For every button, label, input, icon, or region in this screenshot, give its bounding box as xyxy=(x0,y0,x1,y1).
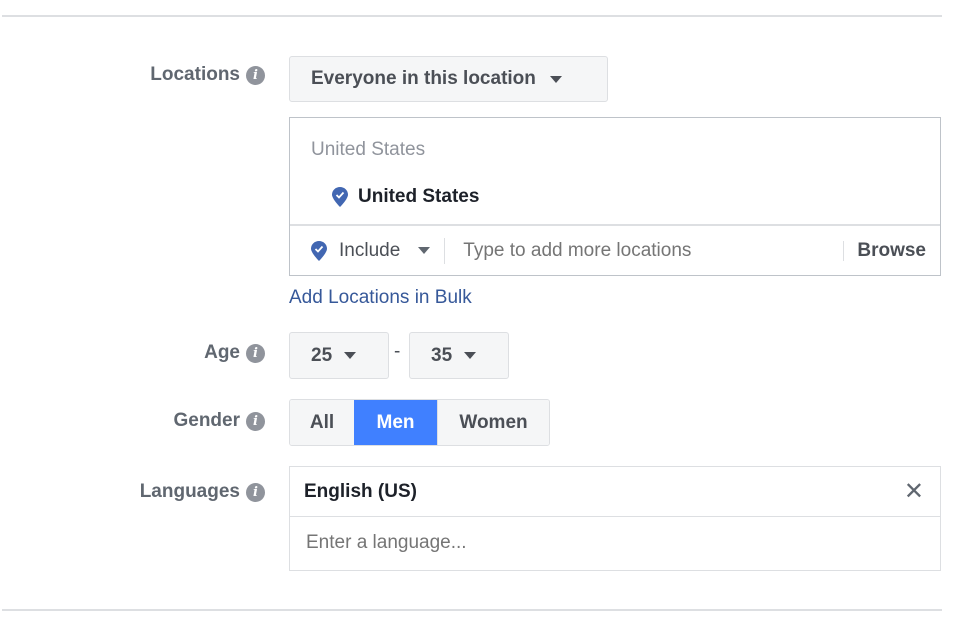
gender-option-men[interactable]: Men xyxy=(354,400,437,445)
gender-label: Gender i xyxy=(173,410,265,432)
caret-down-icon xyxy=(418,247,431,254)
info-icon[interactable]: i xyxy=(246,65,265,85)
age-min-dropdown[interactable]: 25 xyxy=(289,332,389,379)
gender-option-women[interactable]: Women xyxy=(437,400,549,445)
gender-label-text: Gender xyxy=(173,410,240,431)
add-locations-bulk-link[interactable]: Add Locations in Bulk xyxy=(289,287,472,309)
location-pin-icon xyxy=(311,240,327,261)
remove-language-icon[interactable]: ✕ xyxy=(904,477,924,506)
top-divider xyxy=(2,15,942,17)
include-dropdown[interactable]: Include xyxy=(290,239,431,262)
caret-down-icon xyxy=(344,352,357,359)
age-max-dropdown[interactable]: 35 xyxy=(409,332,509,379)
age-max-value: 35 xyxy=(431,344,453,366)
locations-label-text: Locations xyxy=(150,64,240,85)
gender-selector: All Men Women xyxy=(289,399,550,446)
include-value: Include xyxy=(339,239,401,261)
selected-location[interactable]: United States xyxy=(332,186,479,208)
location-pin-icon xyxy=(332,187,348,207)
location-audience-dropdown[interactable]: Everyone in this location xyxy=(289,56,608,102)
language-input[interactable] xyxy=(304,531,908,555)
location-audience-value: Everyone in this location xyxy=(311,68,536,89)
selected-language: English (US) xyxy=(304,480,417,502)
selected-location-name: United States xyxy=(358,186,480,207)
browse-button[interactable]: Browse xyxy=(844,240,940,262)
age-label-text: Age xyxy=(204,342,240,363)
location-group-heading: United States xyxy=(311,139,426,160)
location-search-input[interactable] xyxy=(461,238,806,263)
locations-label: Locations i xyxy=(150,64,265,86)
age-separator: - xyxy=(394,341,401,362)
languages-selector: English (US) ✕ xyxy=(289,466,941,571)
caret-down-icon xyxy=(464,352,477,359)
info-icon[interactable]: i xyxy=(246,411,265,431)
age-label: Age i xyxy=(204,342,265,364)
vertical-divider xyxy=(444,237,446,264)
caret-down-icon xyxy=(549,75,562,83)
location-input-row: Include Browse xyxy=(290,224,940,275)
info-icon[interactable]: i xyxy=(246,343,265,363)
info-icon[interactable]: i xyxy=(246,482,265,502)
bottom-divider xyxy=(2,609,942,611)
age-min-value: 25 xyxy=(311,344,333,366)
languages-label-text: Languages xyxy=(139,481,240,502)
languages-label: Languages i xyxy=(140,481,265,503)
location-selector: United States United States Include Brow… xyxy=(289,117,941,276)
selected-language-token: English (US) ✕ xyxy=(290,467,940,517)
gender-option-all[interactable]: All xyxy=(290,400,354,445)
